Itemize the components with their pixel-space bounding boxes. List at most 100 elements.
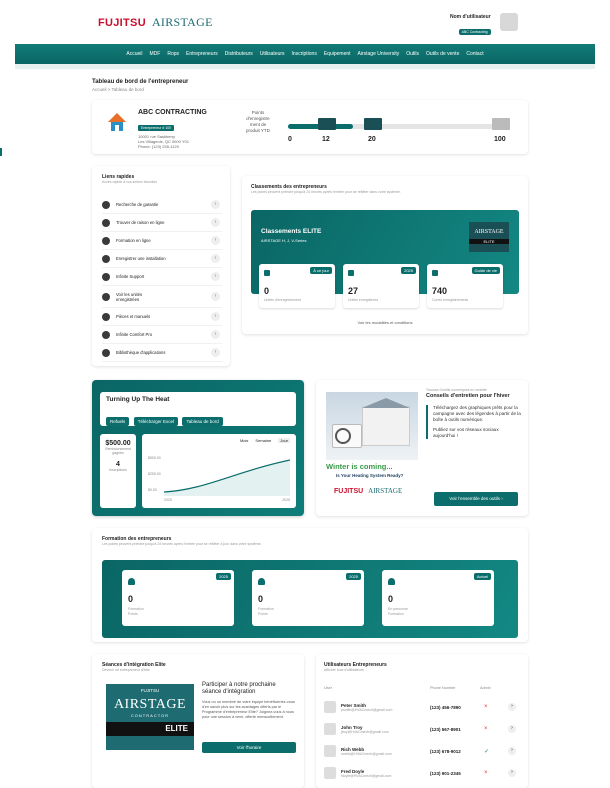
tab-month[interactable]: Mois: [240, 438, 248, 443]
heat-title: Turning Up The Heat: [106, 396, 170, 403]
tick-12: 12: [322, 136, 330, 143]
winter-text-2: Publiez sur vos réseaux sociaux aujourd'…: [433, 427, 499, 438]
user-row[interactable]: Peter Smith psmith@HVACmech@gmail.com (123…: [324, 698, 520, 716]
chevron-right-icon: ›: [211, 236, 220, 245]
breadcrumb[interactable]: Accueil > Tableau de bord: [92, 87, 188, 92]
trophy-icon: [388, 578, 395, 585]
user-phone: (123) 567-8901: [430, 726, 461, 732]
winter-kicker: Trousse d'outils numériques en vedette: [426, 388, 487, 392]
tab-day[interactable]: Jour: [278, 438, 290, 443]
tile-label: Formation Points: [128, 607, 144, 616]
terms-link[interactable]: Voir les modalités et conditions: [242, 320, 528, 325]
nav-item-7[interactable]: Equipement: [324, 51, 351, 57]
quick-link-icon: [102, 330, 110, 339]
quick-link-3[interactable]: Enregistrer une installation ›: [102, 250, 222, 268]
quick-link-4[interactable]: Infinite Support ›: [102, 268, 222, 286]
row-menu-icon[interactable]: ›: [508, 769, 516, 777]
nav-item-9[interactable]: Outils: [406, 51, 419, 57]
integration-heading: Participer à notre prochaine séance d'in…: [202, 682, 276, 695]
avatar[interactable]: [500, 13, 518, 31]
row-menu-icon[interactable]: ›: [508, 747, 516, 755]
subnav-strip: [15, 64, 595, 69]
quick-links-subtitle: Accès rapide à vos sorties favorites: [102, 180, 158, 184]
training-tile-1: 2025 0 Formation Points: [252, 570, 364, 626]
user-row[interactable]: John Troy jtroy@HVACmech@gmail.com (123) 5…: [324, 720, 520, 738]
quick-link-label: Trouver de raison en ligne: [116, 220, 165, 225]
refund-chart: Mois Semaine Jour $500.00 $250.00 $0.00 …: [142, 434, 296, 508]
airstage-elite-logo: AIRSTAGE ELITE: [469, 222, 509, 252]
quick-link-5[interactable]: Voir les unités enregistrées ›: [102, 286, 222, 308]
user-info: Fred Doyle fdoyle@HVACmech@gmail.com: [341, 769, 391, 778]
nav-item-5[interactable]: Utilisateurs: [260, 51, 285, 57]
quick-link-6[interactable]: Pièces et manuels ›: [102, 308, 222, 326]
row-menu-icon[interactable]: ›: [508, 725, 516, 733]
admin-status-icon: ×: [484, 726, 488, 732]
quick-link-label: Enregistrer une installation: [116, 256, 166, 261]
nav-item-6[interactable]: Inscriptions: [292, 51, 317, 57]
quick-link-1[interactable]: Trouver de raison en ligne ›: [102, 214, 222, 232]
main-nav: Accueil MDF Rops Entrepreneurs Distributeurs…: [15, 44, 595, 64]
contractor-badge: Entrepreneur # 100: [138, 125, 175, 131]
y-label-250: $250.00: [148, 472, 161, 476]
tick-20: 20: [368, 136, 376, 143]
tab-week[interactable]: Semaine: [255, 438, 271, 443]
nav-item-10[interactable]: Outils de vente: [426, 51, 459, 57]
users-subtitle[interactable]: Afficher tous d'utilisateurs: [324, 668, 387, 672]
quick-link-label: Pièces et manuels: [116, 314, 151, 319]
nav-item-0[interactable]: Accueil: [126, 51, 142, 57]
tick-0: 0: [288, 136, 292, 143]
user-info: Rich Webb rwebb@HVACmech@gmail.com: [341, 747, 392, 756]
winter-logo: FUJITSU AIRSTAGE: [334, 487, 403, 495]
view-tools-button[interactable]: Voir l'ensemble des outils ›: [434, 492, 518, 506]
nav-item-8[interactable]: Airstage University: [358, 51, 400, 57]
chevron-right-icon: ›: [211, 330, 220, 339]
tile-label: Unités d'enregistrement: [264, 298, 301, 302]
integration-subtitle: Devenir un entrepreneur d'élite: [102, 668, 150, 672]
user-row[interactable]: Rich Webb rwebb@HVACmech@gmail.com (123) 6…: [324, 742, 520, 760]
user-company-badge: ABC Contracting: [458, 29, 491, 35]
user-name: Nom d'utilisateur: [450, 14, 491, 20]
col-admin: Admin: [480, 686, 491, 690]
row-menu-icon[interactable]: ›: [508, 703, 516, 711]
tile-value: 0: [388, 594, 394, 604]
quick-link-icon: [102, 200, 110, 209]
quick-link-icon: [102, 312, 110, 321]
user-info: Peter Smith psmith@HVACmech@gmail.com: [341, 703, 392, 712]
nav-item-2[interactable]: Rops: [167, 51, 179, 57]
nav-item-11[interactable]: Contact: [466, 51, 483, 57]
tile-label: Unités enregistrées: [348, 298, 379, 302]
chevron-right-icon: ›: [501, 496, 503, 501]
nav-item-3[interactable]: Entrepreneurs: [186, 51, 218, 57]
user-avatar: [324, 723, 336, 735]
users-card: Utilisateurs Entrepreneurs Afficher tous…: [316, 654, 528, 788]
side-accent: [0, 148, 2, 156]
points-label: Points d'enregistre ment de produit YTD: [246, 110, 270, 133]
quick-links-list: Recherche de garantie › Trouver de raison …: [102, 196, 222, 362]
admin-status-icon: ×: [484, 770, 488, 776]
user-row[interactable]: Fred Doyle fdoyle@HVACmech@gmail.com (123)…: [324, 764, 520, 782]
brand-logo[interactable]: FUJITSU AIRSTAGE: [98, 15, 213, 30]
filter-refuels-button[interactable]: Refuels: [106, 417, 130, 426]
quick-link-0[interactable]: Recherche de garantie ›: [102, 196, 222, 214]
registration-count: 4: [116, 461, 120, 468]
quick-link-8[interactable]: Bibliothèque d'applications ›: [102, 344, 222, 362]
nav-item-1[interactable]: MDF: [150, 51, 161, 57]
house-icon: [106, 111, 128, 133]
chevron-right-icon: ›: [211, 272, 220, 281]
elite-contractor-logo: FUJITSU AIRSTAGE CONTRACTOR ELITE: [106, 684, 194, 750]
quick-link-label: Infinite Comfort Pro: [116, 332, 153, 337]
points-marker-20: [364, 118, 382, 130]
rankings-card: Classements des entrepreneurs Les points…: [242, 176, 528, 334]
dashboard-button[interactable]: Tableau de bord: [182, 417, 223, 426]
download-excel-button[interactable]: Télécharger Excel: [133, 417, 178, 426]
nav-item-4[interactable]: Distributeurs: [225, 51, 253, 57]
quick-link-icon: [102, 292, 110, 301]
quick-link-2[interactable]: Formation en ligne ›: [102, 232, 222, 250]
training-tile-0: 2025 0 Formation Points: [122, 570, 234, 626]
quick-link-7[interactable]: Infinite Comfort Pro ›: [102, 326, 222, 344]
tile-label: Cumul enregistrements: [432, 298, 469, 302]
user-menu[interactable]: Nom d'utilisateur ABC Contracting: [450, 14, 491, 38]
view-schedule-button[interactable]: Voir l'horaire: [202, 742, 296, 753]
company-name: ABC CONTRACTING: [138, 109, 207, 116]
ranking-tile-0: À ce jour 0 Unités d'enregistrement: [259, 264, 335, 308]
